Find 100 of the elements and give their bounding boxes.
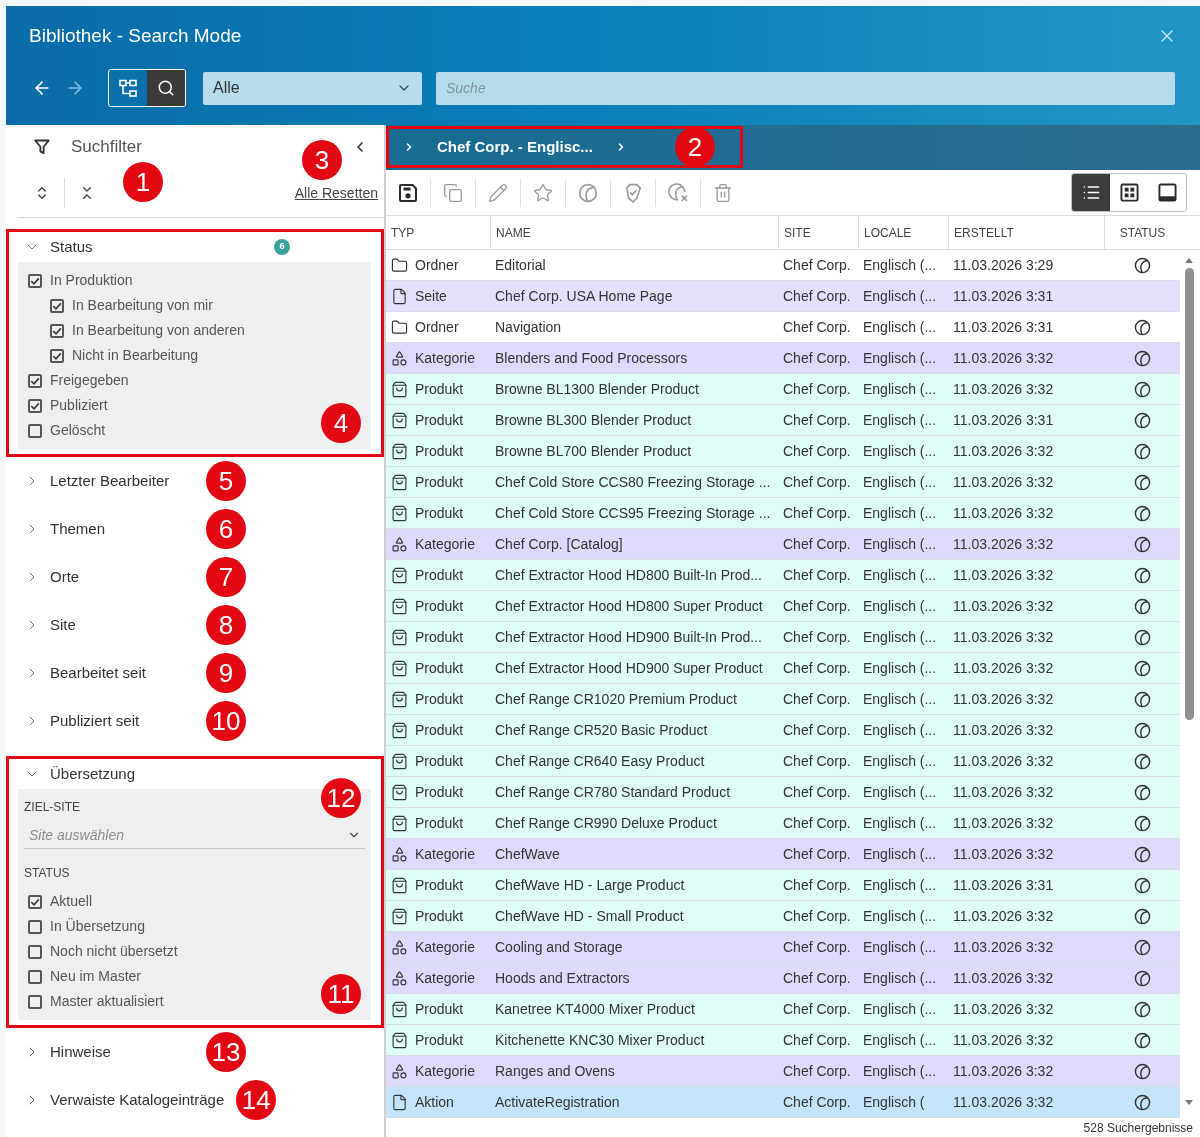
section-header[interactable]: Themen bbox=[24, 517, 106, 541]
table-cell: Chef Extractor Hood HD900 Super Product bbox=[495, 659, 763, 676]
table-row[interactable]: Produkt Chef Cold Store CCS80 Freezing Storage ... Chef Corp. Englisch (... 11.03.2026 3:32 bbox=[386, 467, 1180, 498]
table-row[interactable]: Kategorie ChefWave Chef Corp. Englisch (... 11.03.2026 3:32 bbox=[386, 839, 1180, 870]
globe-x-icon bbox=[667, 182, 689, 203]
column-header[interactable]: LOCALE bbox=[858, 216, 948, 249]
table-cell-text: Kategorie bbox=[415, 844, 475, 864]
table-cell: 11.03.2026 3:32 bbox=[953, 721, 1054, 738]
checkbox[interactable] bbox=[28, 273, 42, 288]
table-cell: Englisch (... bbox=[863, 566, 937, 583]
table-cell: Chef Corp. bbox=[783, 628, 851, 645]
table-row[interactable]: Kategorie Cooling and Storage Chef Corp. Englisch (... 11.03.2026 3:32 bbox=[386, 932, 1180, 963]
table-row[interactable]: Kategorie Hoods and Extractors Chef Corp. Englisch (... 11.03.2026 3:32 bbox=[386, 963, 1180, 994]
table-cell: Englisch (... bbox=[863, 597, 937, 614]
table-row[interactable]: Produkt ChefWave HD - Large Product Chef Corp. Englisch (... 11.03.2026 3:31 bbox=[386, 870, 1180, 901]
column-header[interactable]: ERSTELLT bbox=[948, 216, 1104, 249]
section-header[interactable]: Letzter Bearbeiter bbox=[24, 469, 170, 493]
shapes-icon bbox=[391, 969, 408, 987]
scroll-down-icon[interactable] bbox=[1185, 1100, 1193, 1105]
table-cell: Englisch (... bbox=[863, 628, 937, 645]
table-cell: ChefWave HD - Large Product bbox=[495, 876, 685, 893]
table-cell: Chef Corp. bbox=[783, 1062, 851, 1079]
checkbox[interactable] bbox=[28, 969, 42, 984]
table-row[interactable]: Produkt Chef Range CR520 Basic Product Chef Corp. Englisch (... 11.03.2026 3:32 bbox=[386, 715, 1180, 746]
checkbox-label: Nicht in Bearbeitung bbox=[72, 346, 199, 365]
table-cell-text: Seite bbox=[415, 286, 447, 306]
table-row[interactable]: Produkt Chef Range CR640 Easy Product Chef Corp. Englisch (... 11.03.2026 3:32 bbox=[386, 746, 1180, 777]
table-row[interactable]: Produkt Kitchenette KNC30 Mixer Product Chef Corp. Englisch (... 11.03.2026 3:32 bbox=[386, 1025, 1180, 1056]
table-cell: Chef Range CR780 Standard Product bbox=[495, 783, 731, 800]
column-header[interactable]: TYP bbox=[386, 216, 490, 249]
table-row[interactable]: Seite Chef Corp. USA Home Page Chef Corp. Englisch (... 11.03.2026 3:31 bbox=[386, 281, 1180, 312]
table-cell: Chef Corp. bbox=[783, 1031, 851, 1048]
table-cell: Kitchenette KNC30 Mixer Product bbox=[495, 1031, 705, 1048]
table-row[interactable]: Produkt Chef Extractor Hood HD900 Super Product Chef Corp. Englisch (... 11.03.2026 3:32 bbox=[386, 653, 1180, 684]
table-cell: Englisch (... bbox=[863, 535, 937, 552]
table-row[interactable]: Aktion ActivateRegistration Chef Corp. Englisch ( 11.03.2026 3:32 bbox=[386, 1087, 1180, 1118]
column-header[interactable]: NAME bbox=[490, 216, 778, 249]
checkbox[interactable] bbox=[28, 994, 42, 1009]
table-row[interactable]: Kategorie Ranges and Ovens Chef Corp. Englisch (... 11.03.2026 3:32 bbox=[386, 1056, 1180, 1087]
table-row[interactable]: Produkt Chef Extractor Hood HD800 Super Product Chef Corp. Englisch (... 11.03.2026 3:32 bbox=[386, 591, 1180, 622]
table-cell-text: Produkt bbox=[415, 999, 464, 1019]
checkbox[interactable] bbox=[50, 298, 64, 313]
section-header[interactable]: Bearbeitet seit bbox=[24, 661, 146, 685]
star-icon bbox=[533, 182, 553, 203]
table-cell: Blenders and Food Processors bbox=[495, 349, 688, 366]
table-row[interactable]: Produkt Chef Cold Store CCS95 Freezing Storage ... Chef Corp. Englisch (... 11.03.2026 3:32 bbox=[386, 498, 1180, 529]
checkbox[interactable] bbox=[28, 423, 42, 438]
table-cell: Chef Cold Store CCS80 Freezing Storage ... bbox=[495, 473, 771, 490]
table-row[interactable]: Kategorie Blenders and Food Processors Chef Corp. Englisch (... 11.03.2026 3:32 bbox=[386, 343, 1180, 374]
table-row[interactable]: Produkt Chef Range CR990 Deluxe Product Chef Corp. Englisch (... 11.03.2026 3:32 bbox=[386, 808, 1180, 839]
checkbox-label: Master aktualisiert bbox=[50, 992, 164, 1011]
scroll-up-icon[interactable] bbox=[1185, 258, 1193, 263]
table-cell: Chef Corp. bbox=[783, 318, 851, 335]
column-header[interactable]: STATUS bbox=[1104, 216, 1180, 249]
table-cell-text: Produkt bbox=[415, 410, 464, 430]
table-cell: Englisch (... bbox=[863, 659, 937, 676]
table-row[interactable]: Produkt Chef Range CR1020 Premium Product Chef Corp. Englisch (... 11.03.2026 3:32 bbox=[386, 684, 1180, 715]
shapes-icon bbox=[391, 535, 408, 553]
table-cell-text: Produkt bbox=[415, 565, 464, 585]
checkbox[interactable] bbox=[50, 323, 64, 338]
checkbox[interactable] bbox=[28, 373, 42, 388]
checkbox[interactable] bbox=[28, 398, 42, 413]
table-row[interactable]: Produkt Browne BL1300 Blender Product Chef Corp. Englisch (... 11.03.2026 3:32 bbox=[386, 374, 1180, 405]
section-header[interactable]: Publiziert seit bbox=[24, 709, 140, 733]
section-header[interactable]: Site bbox=[24, 613, 76, 637]
table-row[interactable]: Produkt Browne BL700 Blender Product Chef Corp. Englisch (... 11.03.2026 3:32 bbox=[386, 436, 1180, 467]
table-cell: ChefWave HD - Small Product bbox=[495, 907, 684, 924]
checkbox[interactable] bbox=[28, 894, 42, 909]
breadcrumb-link[interactable]: Chef Corp. - Englisc... bbox=[437, 135, 593, 159]
search-field[interactable]: Suche bbox=[436, 71, 1175, 105]
mode-toggle-button[interactable] bbox=[147, 70, 185, 106]
section-header[interactable]: Übersetzung bbox=[24, 762, 136, 786]
table-row[interactable]: Produkt Chef Extractor Hood HD800 Built-In Prod... Chef Corp. Englisch (... 11.03.2026 3:32 bbox=[386, 560, 1180, 591]
column-header[interactable]: SITE bbox=[778, 216, 858, 249]
table-cell: Cooling and Storage bbox=[495, 938, 623, 955]
table-cell: Chef Corp. bbox=[783, 907, 851, 924]
section-header[interactable]: Status bbox=[24, 235, 93, 259]
table-row[interactable]: Kategorie Chef Corp. [Catalog] Chef Corp. Englisch (... 11.03.2026 3:32 bbox=[386, 529, 1180, 560]
scrollbar-thumb[interactable] bbox=[1184, 268, 1194, 720]
table-cell: Chef Cold Store CCS95 Freezing Storage ... bbox=[495, 504, 771, 521]
section-header[interactable]: Orte bbox=[24, 565, 80, 589]
callout-marker: 9 bbox=[206, 653, 246, 693]
table-row[interactable]: Produkt Kanetree KT4000 Mixer Product Chef Corp. Englisch (... 11.03.2026 3:32 bbox=[386, 994, 1180, 1025]
checkbox[interactable] bbox=[28, 919, 42, 934]
table-cell-text: Aktion bbox=[415, 1092, 454, 1112]
checkbox[interactable] bbox=[50, 348, 64, 363]
table-cell: Ranges and Ovens bbox=[495, 1062, 615, 1079]
section-header[interactable]: Hinweise bbox=[24, 1040, 111, 1064]
table-row[interactable]: Produkt Browne BL300 Blender Product Chef Corp. Englisch (... 11.03.2026 3:31 bbox=[386, 405, 1180, 436]
view-toggle-button[interactable] bbox=[1072, 174, 1110, 211]
table-cell: 11.03.2026 3:32 bbox=[953, 1000, 1054, 1017]
table-cell: Chef Range CR990 Deluxe Product bbox=[495, 814, 717, 831]
scope-select[interactable]: Alle bbox=[203, 71, 422, 105]
section-header[interactable]: Verwaiste Katalogeinträge bbox=[24, 1088, 225, 1112]
table-row[interactable]: Produkt Chef Extractor Hood HD900 Built-In Prod... Chef Corp. Englisch (... 11.03.2026 3:32 bbox=[386, 622, 1180, 653]
table-row[interactable]: Produkt ChefWave HD - Small Product Chef Corp. Englisch (... 11.03.2026 3:32 bbox=[386, 901, 1180, 932]
site-select[interactable]: Site auswählen bbox=[24, 822, 365, 849]
reset-all-link[interactable]: Alle Resetten bbox=[294, 182, 378, 204]
table-row[interactable]: Produkt Chef Range CR780 Standard Product Chef Corp. Englisch (... 11.03.2026 3:32 bbox=[386, 777, 1180, 808]
checkbox[interactable] bbox=[28, 944, 42, 959]
